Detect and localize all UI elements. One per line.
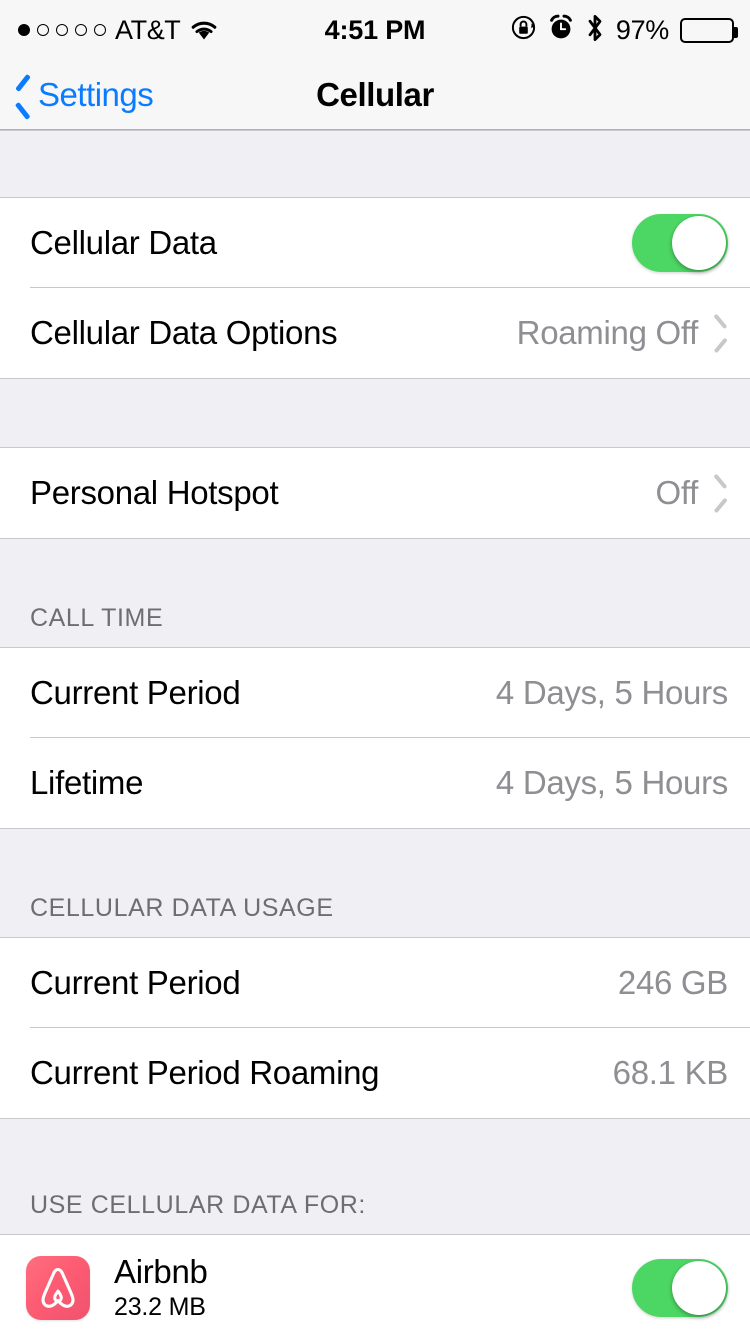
cellular-settings-screen: AT&T 4:51 PM 97% Settings Cellular Cellu… [0, 0, 750, 1334]
section-header-call-time: CALL TIME [0, 538, 750, 648]
row-personal-hotspot[interactable]: Personal Hotspot Off [0, 448, 750, 538]
row-call-time-current-period: Current Period 4 Days, 5 Hours [0, 648, 750, 738]
app-row-airbnb[interactable]: Airbnb 23.2 MB [0, 1235, 750, 1334]
section-header-label: CELLULAR DATA USAGE [30, 894, 334, 922]
toggle-knob [672, 1261, 726, 1315]
toggle-knob [672, 216, 726, 270]
row-detail-value: 68.1 KB [612, 1054, 729, 1091]
row-detail-value: 4 Days, 5 Hours [495, 674, 728, 711]
section-header-label: USE CELLULAR DATA FOR: [30, 1191, 366, 1219]
app-name: Airbnb [114, 1252, 208, 1290]
row-label: Current Period [30, 964, 241, 1001]
row-label: Lifetime [30, 764, 144, 801]
row-cellular-data-options[interactable]: Cellular Data Options Roaming Off [0, 288, 750, 378]
group-spacer-hotspot [0, 378, 750, 448]
app-text-block: Airbnb 23.2 MB [114, 1252, 208, 1323]
row-label: Current Period [30, 674, 241, 711]
row-accessory: 4 Days, 5 Hours [496, 764, 728, 802]
row-label: Personal Hotspot [30, 474, 279, 511]
battery-icon [680, 17, 738, 43]
call-time-group: Current Period 4 Days, 5 Hours Lifetime … [0, 648, 750, 828]
app-data-usage: 23.2 MB [114, 1293, 206, 1322]
row-detail-value: 246 GB [617, 964, 728, 1001]
cellular-data-usage-group: Current Period 246 GB Current Period Roa… [0, 938, 750, 1118]
back-to-settings-button[interactable]: Settings [0, 75, 154, 114]
personal-hotspot-group: Personal Hotspot Off [0, 448, 750, 538]
row-accessory: Off [655, 474, 728, 512]
row-accessory: 246 GB [618, 964, 728, 1002]
row-accessory [632, 1259, 728, 1317]
row-accessory: Roaming Off [517, 314, 728, 352]
section-header-cellular-data-usage: CELLULAR DATA USAGE [0, 828, 750, 938]
row-label: Cellular Data [30, 224, 217, 261]
row-label: Current Period Roaming [30, 1054, 380, 1091]
back-button-label: Settings [38, 75, 154, 113]
row-data-current-period: Current Period 246 GB [0, 938, 750, 1028]
cellular-data-toggle[interactable] [632, 214, 728, 272]
row-call-time-lifetime: Lifetime 4 Days, 5 Hours [0, 738, 750, 828]
airbnb-app-icon [26, 1256, 90, 1320]
navigation-bar: Settings Cellular [0, 60, 750, 130]
row-accessory: 4 Days, 5 Hours [496, 674, 728, 712]
chevron-right-icon [714, 320, 728, 346]
status-bar: AT&T 4:51 PM 97% [0, 0, 750, 60]
row-detail-value: Roaming Off [516, 314, 699, 351]
row-cellular-data[interactable]: Cellular Data [0, 198, 750, 288]
section-header-use-cellular-data-for: USE CELLULAR DATA FOR: [0, 1118, 750, 1235]
chevron-right-icon [714, 480, 728, 506]
airbnb-cellular-toggle[interactable] [632, 1259, 728, 1317]
app-list-group: Airbnb 23.2 MB [0, 1235, 750, 1334]
row-detail-value: 4 Days, 5 Hours [495, 764, 728, 801]
row-accessory: 68.1 KB [612, 1054, 729, 1092]
section-header-label: CALL TIME [30, 604, 164, 632]
row-accessory [632, 214, 728, 272]
row-label: Cellular Data Options [30, 314, 338, 351]
row-detail-value: Off [655, 474, 698, 511]
group-spacer-top [0, 130, 750, 198]
cellular-data-group: Cellular Data Cellular Data Options Roam… [0, 198, 750, 378]
status-bar-time: 4:51 PM [324, 14, 426, 45]
chevron-left-icon [14, 80, 31, 110]
row-data-current-period-roaming: Current Period Roaming 68.1 KB [0, 1028, 750, 1118]
